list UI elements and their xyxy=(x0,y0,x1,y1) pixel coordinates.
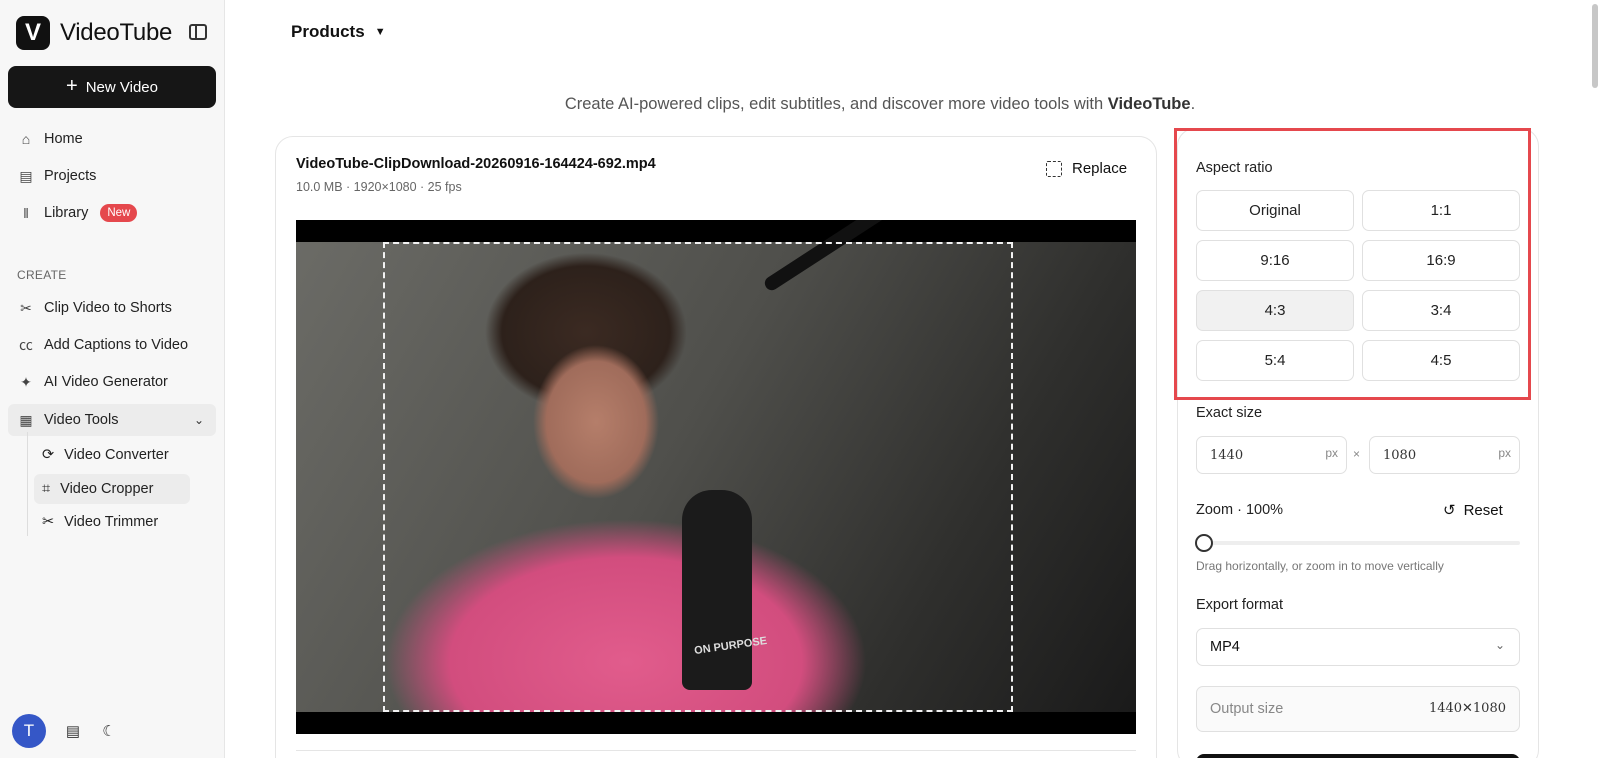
zoom-slider-thumb[interactable] xyxy=(1195,534,1213,552)
video-tools-icon: ▦ xyxy=(19,411,33,428)
chevron-down-icon: ▼ xyxy=(374,26,386,38)
sidebar-bottom-bar: T ▤ ☾ xyxy=(12,714,118,748)
new-video-label: New Video xyxy=(85,78,158,96)
sidebar-item-video-cropper[interactable]: ⌗ Video Cropper xyxy=(34,474,190,504)
crop-box[interactable] xyxy=(383,242,1013,712)
sidebar-item-label: AI Video Generator xyxy=(44,374,168,390)
avatar[interactable]: T xyxy=(12,714,46,748)
sidebar-item-library[interactable]: ‖ Library New xyxy=(8,197,216,229)
tagline-brand: VideoTube xyxy=(1107,95,1191,113)
scissors-icon: ✂ xyxy=(20,299,32,316)
scrollbar-thumb[interactable] xyxy=(1592,4,1598,88)
width-unit: px xyxy=(1325,446,1338,460)
sidebar-item-label: Library xyxy=(44,205,89,221)
export-format-value: MP4 xyxy=(1210,639,1240,655)
submenu-guide-line xyxy=(27,432,28,536)
products-label: Products xyxy=(291,22,365,41)
plus-icon: + xyxy=(66,75,78,97)
sidebar-item-label: Video Trimmer xyxy=(64,514,159,530)
height-value: 1080 xyxy=(1383,447,1417,463)
export-format-label: Export format xyxy=(1196,597,1284,613)
video-preview[interactable]: ON PURPOSE xyxy=(296,220,1136,734)
sidebar-item-label: Clip Video to Shorts xyxy=(44,300,172,316)
sidebar-item-video-tools[interactable]: ▦ Video Tools ⌄ xyxy=(8,404,216,436)
width-input[interactable]: 1440 px xyxy=(1196,436,1347,474)
products-menu[interactable]: Products ▼ xyxy=(291,22,386,42)
times-sign: × xyxy=(1353,447,1361,461)
exact-size-label: Exact size xyxy=(1196,405,1263,421)
new-badge: New xyxy=(100,204,138,222)
logo-icon: V xyxy=(16,16,50,50)
sidebar-toggle-icon[interactable] xyxy=(189,24,207,40)
projects-icon: ▤ xyxy=(19,167,33,184)
chevron-down-icon: ⌄ xyxy=(193,413,204,427)
library-icon: ‖ xyxy=(23,205,29,221)
replace-label: Replace xyxy=(1072,160,1128,177)
file-name: VideoTube-ClipDownload-20260916-164424-6… xyxy=(296,156,656,172)
sidebar-item-video-converter[interactable]: ⟳ Video Converter xyxy=(34,440,190,470)
refresh-icon: ⟳ xyxy=(42,447,55,463)
height-unit: px xyxy=(1498,446,1511,460)
export-format-select[interactable]: MP4 ⌄ xyxy=(1196,628,1520,666)
create-section-label: CREATE xyxy=(17,268,67,282)
sidebar-item-projects[interactable]: ▤ Projects xyxy=(8,160,216,192)
brand[interactable]: V VideoTube xyxy=(16,16,172,50)
captions-icon: ㏄ xyxy=(19,337,33,353)
zoom-slider-track[interactable] xyxy=(1196,541,1520,545)
chevron-down-icon: ⌄ xyxy=(1494,638,1505,652)
card-divider xyxy=(296,750,1136,751)
output-size-field: Output size 1440✕1080 xyxy=(1196,686,1520,732)
tagline-suffix: . xyxy=(1190,95,1196,113)
magic-wand-icon: ✦ xyxy=(20,373,32,390)
height-input[interactable]: 1080 px xyxy=(1369,436,1520,474)
replace-icon xyxy=(1046,160,1062,177)
width-value: 1440 xyxy=(1210,447,1244,463)
sidebar-item-label: Video Cropper xyxy=(60,481,154,497)
brand-name: VideoTube xyxy=(60,19,173,46)
moon-icon[interactable]: ☾ xyxy=(100,722,118,740)
export-button[interactable] xyxy=(1196,754,1520,758)
sidebar-item-label: Video Tools xyxy=(44,412,119,428)
page-scrollbar[interactable] xyxy=(1590,0,1600,758)
sidebar-item-ai-video-generator[interactable]: ✦ AI Video Generator xyxy=(8,366,216,398)
sidebar-item-label: Video Converter xyxy=(64,447,169,463)
sidebar-item-label: Projects xyxy=(44,168,97,184)
sidebar-item-label: Home xyxy=(44,131,83,147)
tagline-text: Create AI-powered clips, edit subtitles,… xyxy=(564,95,1108,113)
sidebar-item-home[interactable]: ⌂ Home xyxy=(8,123,216,155)
output-size-value: 1440✕1080 xyxy=(1428,701,1506,716)
crop-icon: ⌗ xyxy=(42,481,51,497)
reset-icon: ↺ xyxy=(1443,502,1456,519)
sidebar-item-add-captions[interactable]: ㏄ Add Captions to Video xyxy=(8,329,216,361)
reset-label: Reset xyxy=(1463,501,1503,519)
sidebar-item-label: Add Captions to Video xyxy=(44,337,189,353)
aspect-ratio-highlight xyxy=(1174,128,1531,400)
document-icon[interactable]: ▤ xyxy=(64,722,82,740)
zoom-hint: Drag horizontally, or zoom in to move ve… xyxy=(1196,559,1444,573)
reset-button[interactable]: ↺ Reset xyxy=(1443,501,1503,520)
file-meta: 10.0 MB · 1920×1080 · 25 fps xyxy=(296,180,462,194)
tagline: Create AI-powered clips, edit subtitles,… xyxy=(0,95,1600,114)
zoom-label: Zoom · 100% xyxy=(1196,502,1284,518)
sidebar-item-clip-video[interactable]: ✂ Clip Video to Shorts xyxy=(8,292,216,324)
home-icon: ⌂ xyxy=(21,131,31,147)
sidebar-item-video-trimmer[interactable]: ✂ Video Trimmer xyxy=(34,507,190,537)
scissors-icon: ✂ xyxy=(42,514,55,530)
output-size-label: Output size xyxy=(1210,701,1284,717)
replace-button[interactable]: Replace xyxy=(1046,160,1127,177)
